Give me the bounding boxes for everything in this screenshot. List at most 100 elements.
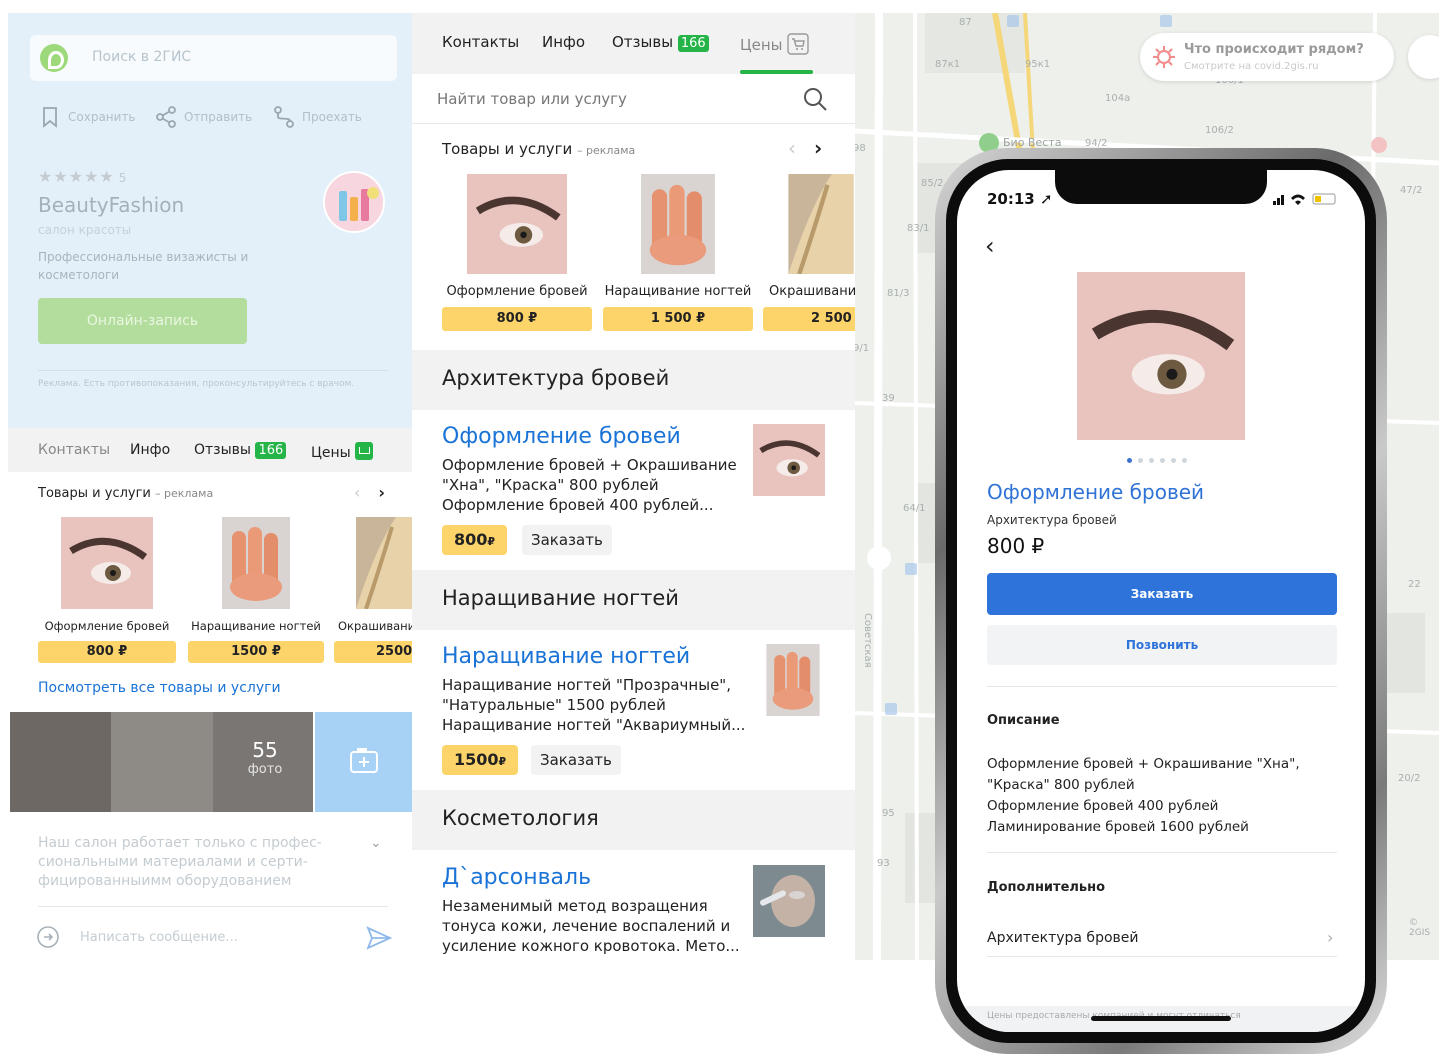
product-card[interactable]: Оформление бровей 800 ₽ [442,174,592,331]
search-bar[interactable]: Поиск в 2ГИС [30,35,397,81]
product-price: 800 ₽ [442,307,592,331]
attach-icon[interactable] [36,925,60,949]
nails-photo [222,517,290,609]
tab-bar: Контакты Инфо Отзывы 166 Цены [412,13,855,74]
message-input[interactable]: Написать сообщение... [80,930,238,945]
photo-count-number: 55 [252,738,278,762]
photo-count[interactable]: 55 фото [215,712,315,812]
service-title[interactable]: Оформление бровей [442,424,681,449]
order-button[interactable]: Заказать [987,573,1337,615]
gallery-photo[interactable] [10,712,111,812]
product-label: Окрашивание [338,619,412,633]
about-text: Наш салон работает только с профес-сиона… [38,835,322,889]
tab-info[interactable]: Инфо [130,442,170,458]
order-button[interactable]: Заказать [531,745,621,775]
divider [987,686,1337,687]
eyebrow-photo [467,174,567,274]
covid-nearby-pill[interactable]: Что происходит рядом? Смотрите на covid.… [1140,33,1394,81]
business-description: Профессиональные визажисты и косметологи [38,250,249,282]
tab-reviews-label: Отзывы [612,33,674,51]
product-card[interactable]: Окрашивание 2 500 [763,174,855,331]
chevron-down-icon[interactable]: ⌄ [370,835,382,851]
service-thumbnail [753,865,825,937]
route-label: Проехать [302,110,362,124]
back-chevron-icon[interactable]: ‹ [985,232,995,260]
share-button[interactable]: Отправить [154,105,252,129]
carousel-arrows: ‹ › [354,483,385,502]
product-card[interactable]: Окрашивание 2500 [334,517,412,663]
service-title[interactable]: Д`арсонваль [442,865,591,890]
service-title[interactable]: Наращивание ногтей [442,644,690,669]
cart-icon [355,442,374,460]
divider [987,852,1337,853]
product-label: Оформление бровей [446,284,588,299]
business-avatar [323,171,385,233]
search-icon[interactable] [802,86,828,112]
call-button[interactable]: Позвонить [987,625,1337,665]
chevron-right-icon[interactable]: › [814,136,822,160]
ad-label: – реклама [577,144,636,157]
description-text: Оформление бровей + Окрашивание "Хна", "… [987,756,1300,835]
service-description: Незаменимый метод возращения тонуса кожи… [442,897,740,955]
photo-count-label: фото [247,762,283,777]
tab-prices[interactable]: Цены [311,442,374,461]
add-photo-button[interactable] [315,712,412,812]
product-label: Окрашивание [769,284,855,299]
service-item[interactable]: Д`арсонваль Незаменимый метод возращения… [412,851,855,963]
eyebrow-photo [61,517,153,609]
house-number: 47/2 [1400,185,1423,196]
chevron-right-icon[interactable]: › [378,483,385,502]
service-item[interactable]: Оформление бровей Оформление бровей + Ок… [412,410,855,570]
tab-reviews[interactable]: Отзывы 166 [612,33,709,52]
route-button[interactable]: Проехать [272,105,362,129]
order-button[interactable]: Заказать [522,525,612,555]
tab-info[interactable]: Инфо [542,33,585,51]
left-panel-card: Поиск в 2ГИС Сохранить Отправить Проехат… [8,13,412,961]
tab-contacts[interactable]: Контакты [442,33,519,51]
share-icon [156,106,176,128]
goods-search-bar[interactable]: Найти товар или услугу [412,74,855,124]
all-goods-link[interactable]: Посмотреть все товары и услуги [38,680,281,696]
chevron-right-icon[interactable]: › [1327,928,1333,947]
service-description: Наращивание ногтей "Прозрачные", "Натура… [442,676,744,734]
tab-prices-label: Цены [740,36,783,54]
goods-heading-text: Товары и услуги [442,140,573,158]
save-label: Сохранить [68,110,136,124]
tab-prices-label: Цены [311,445,351,461]
description-heading: Описание [987,713,1060,728]
category-title: Наращивание ногтей [442,586,679,610]
divider [38,906,388,907]
gallery-photo[interactable] [111,712,213,812]
ad-label: – реклама [155,487,214,500]
house-number: 95к1 [1025,59,1051,70]
save-button[interactable]: Сохранить [38,105,136,129]
product-label: Оформление бровей [44,619,170,633]
product-photo[interactable] [1077,272,1245,440]
online-booking-button[interactable]: Онлайн-запись [38,298,247,344]
product-title: Оформление бровей [987,480,1205,504]
location-arrow-icon: ➚ [1039,190,1053,208]
tab-contacts[interactable]: Контакты [38,442,110,458]
product-card[interactable]: Наращивание ногтей 1 500 ₽ [603,174,753,331]
chevron-left-icon[interactable]: ‹ [788,136,796,160]
extra-category-link[interactable]: Архитектура бровей [987,930,1138,946]
product-label: Наращивание ногтей [604,284,752,299]
tab-reviews[interactable]: Отзывы 166 [194,442,287,459]
2gis-logo-icon [40,44,68,72]
product-card[interactable]: Наращивание ногтей 1500 ₽ [188,517,324,663]
product-price: 2500 [334,641,412,663]
hair-photo [356,517,412,609]
goods-heading: Товары и услуги – реклама [442,140,635,158]
phone-notch [1055,170,1267,204]
service-item[interactable]: Наращивание ногтей Наращивание ногтей "П… [412,630,855,790]
image-pager-dots[interactable] [1127,458,1187,463]
send-icon[interactable] [366,926,392,950]
chevron-left-icon[interactable]: ‹ [354,483,360,502]
rating-stars-icon: ★★★★★ [38,167,115,186]
product-price: 1500 ₽ [188,641,324,663]
service-price: 800₽ [442,525,508,555]
reviews-count-badge: 166 [677,35,709,52]
tab-prices[interactable]: Цены [740,33,810,55]
divider [987,956,1337,957]
product-card[interactable]: Оформление бровей 800 ₽ [38,517,176,663]
